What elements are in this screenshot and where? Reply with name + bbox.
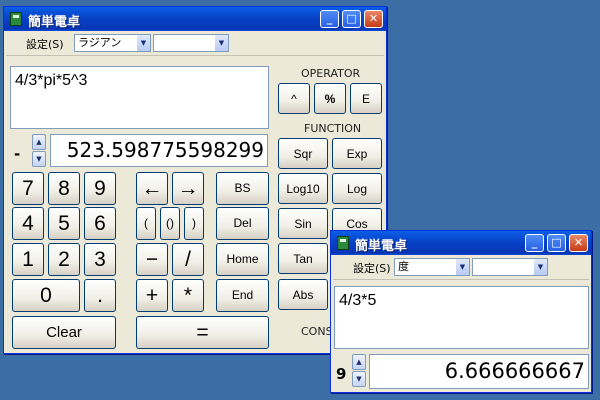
second-window-title: 簡単電卓 xyxy=(355,239,408,254)
settings-menu[interactable]: 設定(S) xyxy=(26,36,64,52)
delete-button[interactable]: Del xyxy=(216,207,269,240)
clear-button[interactable]: Clear xyxy=(12,316,116,349)
minimize-icon[interactable]: _ xyxy=(320,10,339,28)
secondary-select[interactable]: ▼ xyxy=(153,34,229,52)
close-icon[interactable]: ✕ xyxy=(364,10,383,28)
multiply-button[interactable]: * xyxy=(172,279,204,312)
chevron-down-icon[interactable]: ▼ xyxy=(534,259,547,275)
calculator-app-icon xyxy=(337,236,349,250)
sin-button[interactable]: Sin xyxy=(278,208,328,239)
digit-4-button[interactable]: 4 xyxy=(12,207,44,240)
operator-section-label: OPERATOR xyxy=(301,67,361,80)
equals-button[interactable]: = xyxy=(136,316,269,349)
home-button[interactable]: Home xyxy=(216,243,269,276)
spin-up-icon[interactable]: ▲ xyxy=(32,134,46,150)
angle-mode-value: 度 xyxy=(398,260,409,273)
main-titlebar[interactable]: 簡単電卓 _ □ ✕ xyxy=(4,7,386,31)
secondary-select[interactable]: ▼ xyxy=(472,258,548,276)
chevron-down-icon[interactable]: ▼ xyxy=(137,35,150,51)
angle-mode-select[interactable]: 度 ▼ xyxy=(394,258,470,276)
spin-down-icon[interactable]: ▼ xyxy=(32,151,46,167)
divide-button[interactable]: / xyxy=(172,243,204,276)
power-button[interactable]: ^ xyxy=(278,83,310,114)
digit-5-button[interactable]: 5 xyxy=(48,207,80,240)
result-display: 6.666666667 xyxy=(369,354,589,389)
angle-mode-value: ラジアン xyxy=(78,36,122,49)
decimal-point-button[interactable]: . xyxy=(84,279,116,312)
log-button[interactable]: Log xyxy=(332,173,382,204)
close-icon[interactable]: ✕ xyxy=(569,234,588,252)
second-calculator-window: 簡単電卓 _ □ ✕ 設定(S) 度 ▼ ▼ 4/3*5 9 ▲ ▼ 6.666… xyxy=(330,230,592,393)
percent-button[interactable]: % xyxy=(314,83,346,114)
cursor-right-button[interactable]: → xyxy=(172,172,204,205)
digit-9-button[interactable]: 9 xyxy=(84,172,116,205)
expression-input[interactable]: 4/3*pi*5^3 xyxy=(10,66,269,129)
paren-pair-button[interactable]: () xyxy=(160,207,180,240)
exponent-button[interactable]: E xyxy=(350,83,382,114)
settings-menu[interactable]: 設定(S) xyxy=(353,260,391,276)
backspace-button[interactable]: BS xyxy=(216,172,269,205)
chevron-down-icon[interactable]: ▼ xyxy=(215,35,228,51)
tan-button[interactable]: Tan xyxy=(278,243,328,274)
sign-indicator: - xyxy=(14,145,21,163)
left-paren-button[interactable]: ( xyxy=(136,207,156,240)
plus-button[interactable]: + xyxy=(136,279,168,312)
log10-button[interactable]: Log10 xyxy=(278,173,328,204)
digit-1-button[interactable]: 1 xyxy=(12,243,44,276)
right-paren-button[interactable]: ) xyxy=(184,207,204,240)
digit-3-button[interactable]: 3 xyxy=(84,243,116,276)
sqr-button[interactable]: Sqr xyxy=(278,138,328,169)
function-section-label: FUNCTION xyxy=(304,122,362,135)
constant-section-label: CONS xyxy=(301,325,333,338)
digit-6-button[interactable]: 6 xyxy=(84,207,116,240)
end-button[interactable]: End xyxy=(216,279,269,312)
minus-button[interactable]: − xyxy=(136,243,168,276)
digit-2-button[interactable]: 2 xyxy=(48,243,80,276)
result-display: 523.598775598299 xyxy=(50,134,268,167)
minimize-icon[interactable]: _ xyxy=(525,234,544,252)
main-window-title: 簡単電卓 xyxy=(28,15,81,30)
spin-down-icon[interactable]: ▼ xyxy=(352,371,366,387)
expression-input[interactable]: 4/3*5 xyxy=(334,286,589,349)
maximize-icon[interactable]: □ xyxy=(342,10,361,28)
second-titlebar[interactable]: 簡単電卓 _ □ ✕ xyxy=(331,231,591,255)
angle-mode-select[interactable]: ラジアン ▼ xyxy=(74,34,151,52)
abs-button[interactable]: Abs xyxy=(278,279,328,310)
digits-indicator: 9 xyxy=(336,365,347,383)
main-menubar: 設定(S) ラジアン ▼ ▼ xyxy=(6,31,384,56)
digit-8-button[interactable]: 8 xyxy=(48,172,80,205)
cursor-left-button[interactable]: ← xyxy=(136,172,168,205)
digit-0-button[interactable]: 0 xyxy=(12,279,80,312)
second-menubar: 設定(S) 度 ▼ ▼ xyxy=(333,255,589,280)
spin-up-icon[interactable]: ▲ xyxy=(352,354,366,370)
digit-7-button[interactable]: 7 xyxy=(12,172,44,205)
chevron-down-icon[interactable]: ▼ xyxy=(456,259,469,275)
exp-button[interactable]: Exp xyxy=(332,138,382,169)
maximize-icon[interactable]: □ xyxy=(547,234,566,252)
calculator-app-icon xyxy=(10,12,22,26)
